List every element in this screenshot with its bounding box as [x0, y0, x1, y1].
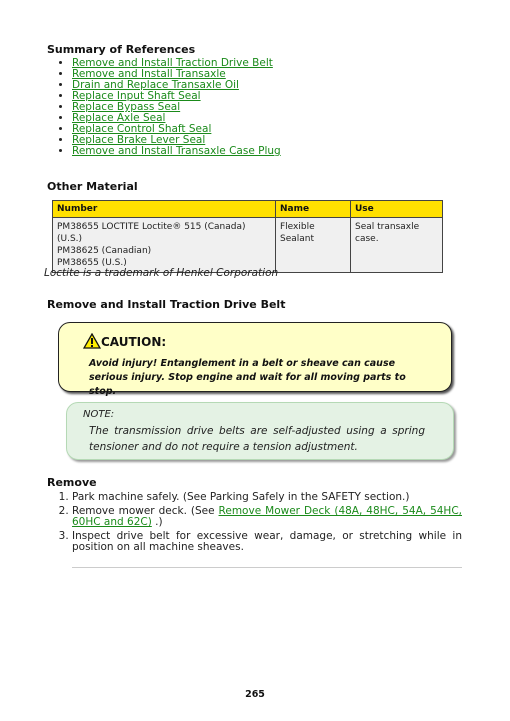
remove-heading: Remove — [47, 476, 97, 489]
caution-text: Avoid injury! Entanglement in a belt or … — [89, 358, 406, 397]
warning-triangle-icon — [82, 332, 102, 349]
note-label: NOTE: — [83, 409, 115, 420]
caution-box: CAUTION: Avoid injury! Entanglement in a… — [58, 322, 452, 397]
remove-steps: Park machine safely. (See Parking Safely… — [58, 492, 462, 556]
step-item: Inspect drive belt for excessive wear, d… — [72, 531, 462, 553]
column-header-number: Number — [52, 200, 276, 218]
step-item: Remove mower deck. (See Remove Mower Dec… — [72, 506, 462, 528]
step-text: Park machine safely. (See Parking Safely… — [72, 491, 410, 503]
step-item: Park machine safely. (See Parking Safely… — [72, 492, 462, 503]
reference-list: Remove and Install Traction Drive Belt R… — [58, 58, 281, 157]
caution-label: CAUTION: — [101, 335, 167, 349]
step-text: Inspect drive belt for excessive wear, d… — [72, 530, 462, 553]
link-remove-install-transaxle-case-plug[interactable]: Remove and Install Transaxle Case Plug — [72, 145, 281, 157]
divider — [72, 567, 462, 568]
page-number: 265 — [245, 689, 265, 700]
part-number-line: PM38655 LOCTITE Loctite® 515 (Canada) (U… — [57, 222, 246, 244]
note-box: NOTE: The transmission drive belts are s… — [66, 402, 454, 460]
other-material-heading: Other Material — [47, 180, 138, 193]
section-heading: Remove and Install Traction Drive Belt — [47, 298, 286, 311]
caution-title: CAUTION: — [82, 332, 167, 349]
summary-heading: Summary of References — [47, 43, 196, 56]
table-header-row: Number Name Use — [52, 200, 443, 218]
cell-name: Flexible Sealant — [275, 217, 351, 273]
cell-use: Seal transaxle case. — [350, 217, 443, 273]
note-text: The transmission drive belts are self-ad… — [89, 425, 425, 453]
part-number-line: PM38625 (Canadian) — [57, 246, 152, 256]
trademark-note: Loctite is a trademark of Henkel Corpora… — [44, 267, 279, 279]
material-table: Number Name Use PM38655 LOCTITE Loctite®… — [52, 200, 443, 273]
column-header-use: Use — [350, 200, 443, 218]
column-header-name: Name — [275, 200, 351, 218]
step-text: .) — [151, 516, 163, 528]
list-item: Remove and Install Transaxle Case Plug — [72, 146, 281, 157]
cell-number: PM38655 LOCTITE Loctite® 515 (Canada) (U… — [52, 217, 276, 273]
table-row: PM38655 LOCTITE Loctite® 515 (Canada) (U… — [52, 217, 443, 273]
